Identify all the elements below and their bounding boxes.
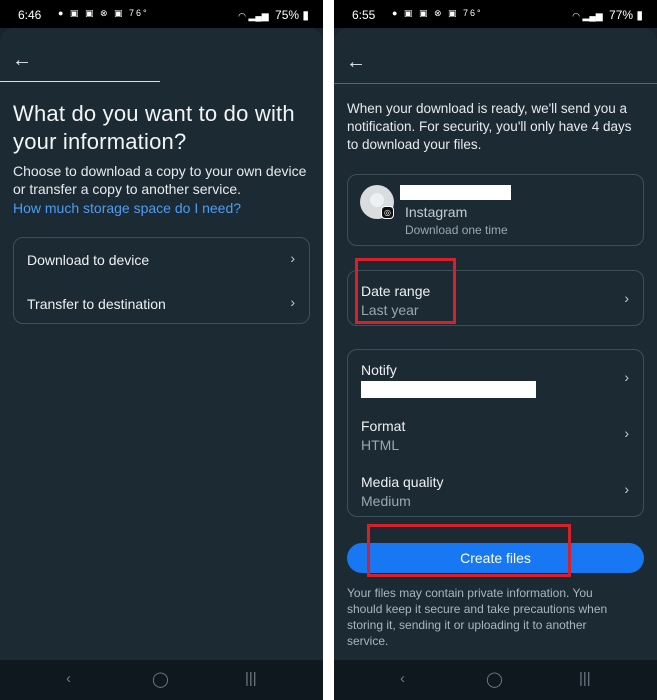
settings-card: Notify › Format HTML › Media quality Med… <box>347 349 644 517</box>
redacted-notify-value <box>361 381 536 398</box>
system-nav-bar: ‹ ◯ ||| <box>0 660 323 700</box>
status-time: 6:55 <box>352 8 376 22</box>
nav-back-icon[interactable]: ‹ <box>66 670 71 687</box>
format-row[interactable]: Format HTML › <box>348 406 643 462</box>
media-quality-value: Medium <box>361 493 411 509</box>
wifi-signal-icon: ◠ ▂▄▆ <box>238 11 269 21</box>
chevron-right-icon: › <box>290 294 295 310</box>
option-download-to-device[interactable]: Download to device › <box>14 238 309 281</box>
date-range-card: Date range Last year › <box>347 270 644 326</box>
battery-level: 75% <box>275 8 300 22</box>
phone-screen-left: 6:46 ● ▣ ▣ ⊗ ▣ 76° ◠ ▂▄▆ 75% ▮ ← What do… <box>0 0 323 700</box>
format-label: Format <box>361 418 406 434</box>
create-files-button[interactable]: Create files <box>347 543 644 573</box>
back-arrow-icon[interactable]: ← <box>346 50 370 74</box>
app-screen: ← When your download is ready, we'll sen… <box>334 28 657 660</box>
chevron-right-icon: › <box>624 369 629 385</box>
storage-space-link[interactable]: How much storage space do I need? <box>13 199 241 217</box>
back-arrow-icon[interactable]: ← <box>12 48 36 72</box>
app-screen: ← What do you want to do with your infor… <box>0 28 323 660</box>
system-icons: ◠ ▂▄▆ 75% ▮ <box>238 8 309 22</box>
format-value: HTML <box>361 437 400 453</box>
notification-icons: ● ▣ ▣ ⊗ ▣ 76° <box>392 8 483 18</box>
notify-label: Notify <box>361 362 397 378</box>
chevron-right-icon: › <box>624 481 629 497</box>
system-icons: ◠ ▂▄▆ 77% ▮ <box>572 8 643 22</box>
redacted-account-name <box>400 185 511 200</box>
account-card: ◎ Instagram Download one time <box>347 174 644 246</box>
page-description: Choose to download a copy to your own de… <box>13 163 307 197</box>
option-label: Download to device <box>27 252 150 268</box>
nav-home-icon[interactable]: ◯ <box>152 670 169 688</box>
download-description: When your download is ready, we'll send … <box>347 101 632 152</box>
option-transfer-to-destination[interactable]: Transfer to destination › <box>14 282 309 325</box>
media-quality-label: Media quality <box>361 474 444 490</box>
options-card: Download to device › Transfer to destina… <box>13 237 310 324</box>
progress-divider <box>0 81 160 82</box>
chevron-right-icon: › <box>624 425 629 441</box>
notify-row[interactable]: Notify › <box>348 350 643 406</box>
page-title: What do you want to do with your informa… <box>13 101 295 154</box>
nav-home-icon[interactable]: ◯ <box>486 670 503 688</box>
account-frequency: Download one time <box>405 223 508 237</box>
date-range-label: Date range <box>361 283 431 299</box>
status-bar: 6:46 ● ▣ ▣ ⊗ ▣ 76° ◠ ▂▄▆ 75% ▮ <box>0 0 323 28</box>
battery-icon: ▮ <box>302 8 309 22</box>
instagram-icon: ◎ <box>381 206 394 219</box>
notification-icons: ● ▣ ▣ ⊗ ▣ 76° <box>58 8 149 18</box>
battery-level: 77% <box>609 8 634 22</box>
nav-recents-icon[interactable]: ||| <box>245 670 257 687</box>
system-nav-bar: ‹ ◯ ||| <box>334 660 657 700</box>
battery-icon: ▮ <box>636 8 643 22</box>
phone-screen-right: 6:55 ● ▣ ▣ ⊗ ▣ 76° ◠ ▂▄▆ 77% ▮ ← When yo… <box>334 0 657 700</box>
media-quality-row[interactable]: Media quality Medium › <box>348 462 643 518</box>
chevron-right-icon: › <box>290 250 295 266</box>
option-label: Transfer to destination <box>27 296 166 312</box>
status-bar: 6:55 ● ▣ ▣ ⊗ ▣ 76° ◠ ▂▄▆ 77% ▮ <box>334 0 657 28</box>
privacy-footnote: Your files may contain private informati… <box>347 586 608 648</box>
date-range-row[interactable]: Date range Last year › <box>348 271 643 327</box>
header-divider <box>334 83 657 84</box>
nav-back-icon[interactable]: ‹ <box>400 670 405 687</box>
account-app: Instagram <box>405 204 468 220</box>
date-range-value: Last year <box>361 302 419 318</box>
status-time: 6:46 <box>18 8 42 22</box>
chevron-right-icon: › <box>624 290 629 306</box>
nav-recents-icon[interactable]: ||| <box>579 670 591 687</box>
wifi-signal-icon: ◠ ▂▄▆ <box>572 11 603 21</box>
